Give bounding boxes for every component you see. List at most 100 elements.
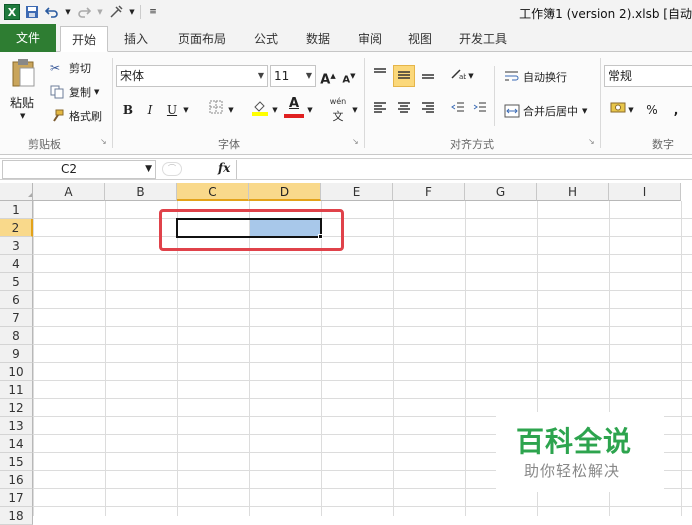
tab-insert[interactable]: 插入: [114, 26, 158, 52]
fill-color-button[interactable]: [250, 98, 270, 118]
italic-button[interactable]: I: [140, 100, 160, 120]
row-header-7[interactable]: 7: [0, 309, 33, 327]
percent-style-button[interactable]: %: [642, 100, 662, 120]
tab-data[interactable]: 数据: [296, 26, 340, 52]
row-header-14[interactable]: 14: [0, 435, 33, 453]
font-size-value: 11: [274, 69, 290, 83]
row-header-4[interactable]: 4: [0, 255, 33, 273]
font-color-button[interactable]: A: [284, 96, 304, 120]
cut-button[interactable]: ✂ 剪切: [50, 60, 91, 76]
row-header-8[interactable]: 8: [0, 327, 33, 345]
borders-button[interactable]: [206, 100, 226, 120]
format-painter-button[interactable]: 格式刷: [50, 108, 102, 124]
customize-toolbar-icon[interactable]: ≡: [145, 4, 161, 20]
tab-page-layout[interactable]: 页面布局: [170, 26, 234, 52]
copy-button[interactable]: 复制 ▼: [50, 84, 99, 100]
tab-developer[interactable]: 开发工具: [450, 26, 516, 52]
chevron-down-icon[interactable]: ▼: [145, 161, 152, 178]
paste-button[interactable]: [8, 58, 40, 90]
align-bottom-button[interactable]: [418, 66, 438, 86]
row-header-11[interactable]: 11: [0, 381, 33, 399]
align-middle-button[interactable]: [393, 65, 415, 87]
row-header-17[interactable]: 17: [0, 489, 33, 507]
row-header-13[interactable]: 13: [0, 417, 33, 435]
increase-indent-button[interactable]: [470, 100, 490, 120]
chevron-down-icon[interactable]: ▼: [96, 4, 104, 20]
tools-icon[interactable]: [108, 4, 124, 20]
formula-input[interactable]: [236, 160, 692, 179]
decrease-indent-button[interactable]: [448, 100, 468, 120]
watermark-title: 百科全说: [516, 425, 633, 458]
column-header-a[interactable]: A: [33, 183, 105, 201]
row-header-2[interactable]: 2: [0, 219, 33, 237]
row-header-9[interactable]: 9: [0, 345, 33, 363]
row-header-1[interactable]: 1: [0, 201, 33, 219]
row-header-15[interactable]: 15: [0, 453, 33, 471]
font-size-select[interactable]: 11 ▼: [270, 65, 316, 87]
number-format-value: 常规: [608, 69, 633, 83]
name-box[interactable]: C2 ▼: [2, 160, 156, 179]
orientation-button[interactable]: ab: [448, 66, 468, 86]
font-name-select[interactable]: 宋体 ▼: [116, 65, 268, 87]
column-header-f[interactable]: F: [393, 183, 465, 201]
align-right-button[interactable]: [418, 100, 438, 120]
row-header-5[interactable]: 5: [0, 273, 33, 291]
align-left-button[interactable]: [370, 100, 390, 120]
column-header-b[interactable]: B: [105, 183, 177, 201]
undo-icon[interactable]: [44, 4, 60, 20]
row-header-6[interactable]: 6: [0, 291, 33, 309]
chevron-down-icon[interactable]: ▼: [466, 66, 476, 86]
chevron-down-icon[interactable]: ▼: [128, 4, 136, 20]
align-top-icon: [374, 68, 386, 73]
select-all-button[interactable]: [0, 183, 33, 201]
chevron-down-icon[interactable]: ▼: [270, 100, 280, 120]
align-top-button[interactable]: [370, 66, 390, 86]
phonetic-button[interactable]: wén 文: [326, 98, 350, 123]
column-header-h[interactable]: H: [537, 183, 609, 201]
row-header-18[interactable]: 18: [0, 507, 33, 525]
row-header-10[interactable]: 10: [0, 363, 33, 381]
redo-icon[interactable]: [76, 4, 92, 20]
dialog-launcher-icon[interactable]: ↘: [352, 138, 360, 146]
row-header-3[interactable]: 3: [0, 237, 33, 255]
increase-indent-icon: [473, 102, 486, 112]
merge-center-button[interactable]: 合并后居中 ▼: [504, 103, 587, 119]
chevron-down-icon[interactable]: ▼: [181, 100, 191, 120]
shrink-font-button[interactable]: A▼: [339, 66, 359, 86]
column-header-c[interactable]: C: [177, 183, 249, 201]
column-header-i[interactable]: I: [609, 183, 681, 201]
comma-style-button[interactable]: ,: [666, 100, 686, 120]
insert-function-button[interactable]: fx: [218, 161, 230, 175]
save-icon[interactable]: [24, 4, 40, 20]
expand-icon[interactable]: ⌒: [162, 162, 182, 176]
tab-view[interactable]: 视图: [398, 26, 442, 52]
chevron-down-icon[interactable]: ▼: [64, 4, 72, 20]
tab-review[interactable]: 审阅: [348, 26, 392, 52]
align-center-button[interactable]: [394, 100, 414, 120]
chevron-down-icon[interactable]: ▼: [20, 112, 25, 120]
chevron-down-icon[interactable]: ▼: [94, 88, 99, 96]
tab-formulas[interactable]: 公式: [244, 26, 288, 52]
column-header-d[interactable]: D: [249, 183, 321, 201]
underline-button[interactable]: U: [162, 100, 182, 120]
tab-file[interactable]: 文件: [0, 24, 56, 52]
row-header-12[interactable]: 12: [0, 399, 33, 417]
tab-home[interactable]: 开始: [60, 26, 108, 52]
column-header-g[interactable]: G: [465, 183, 537, 201]
paste-label[interactable]: 粘贴: [10, 94, 34, 111]
chevron-down-icon[interactable]: ▼: [305, 100, 315, 120]
chevron-down-icon[interactable]: ▼: [226, 100, 236, 120]
column-header-e[interactable]: E: [321, 183, 393, 201]
dialog-launcher-icon[interactable]: ↘: [100, 138, 108, 146]
excel-icon[interactable]: X: [4, 4, 20, 20]
row-header-16[interactable]: 16: [0, 471, 33, 489]
wrap-text-button[interactable]: 自动换行: [504, 69, 567, 85]
number-format-select[interactable]: 常规: [604, 65, 692, 87]
chevron-down-icon[interactable]: ▼: [626, 100, 636, 120]
chevron-down-icon[interactable]: ▼: [582, 107, 587, 115]
chevron-down-icon[interactable]: ▼: [350, 100, 360, 120]
accounting-format-button[interactable]: [608, 100, 628, 120]
dialog-launcher-icon[interactable]: ↘: [588, 138, 596, 146]
bold-button[interactable]: B: [118, 100, 138, 120]
grow-font-button[interactable]: A▲: [318, 66, 338, 87]
